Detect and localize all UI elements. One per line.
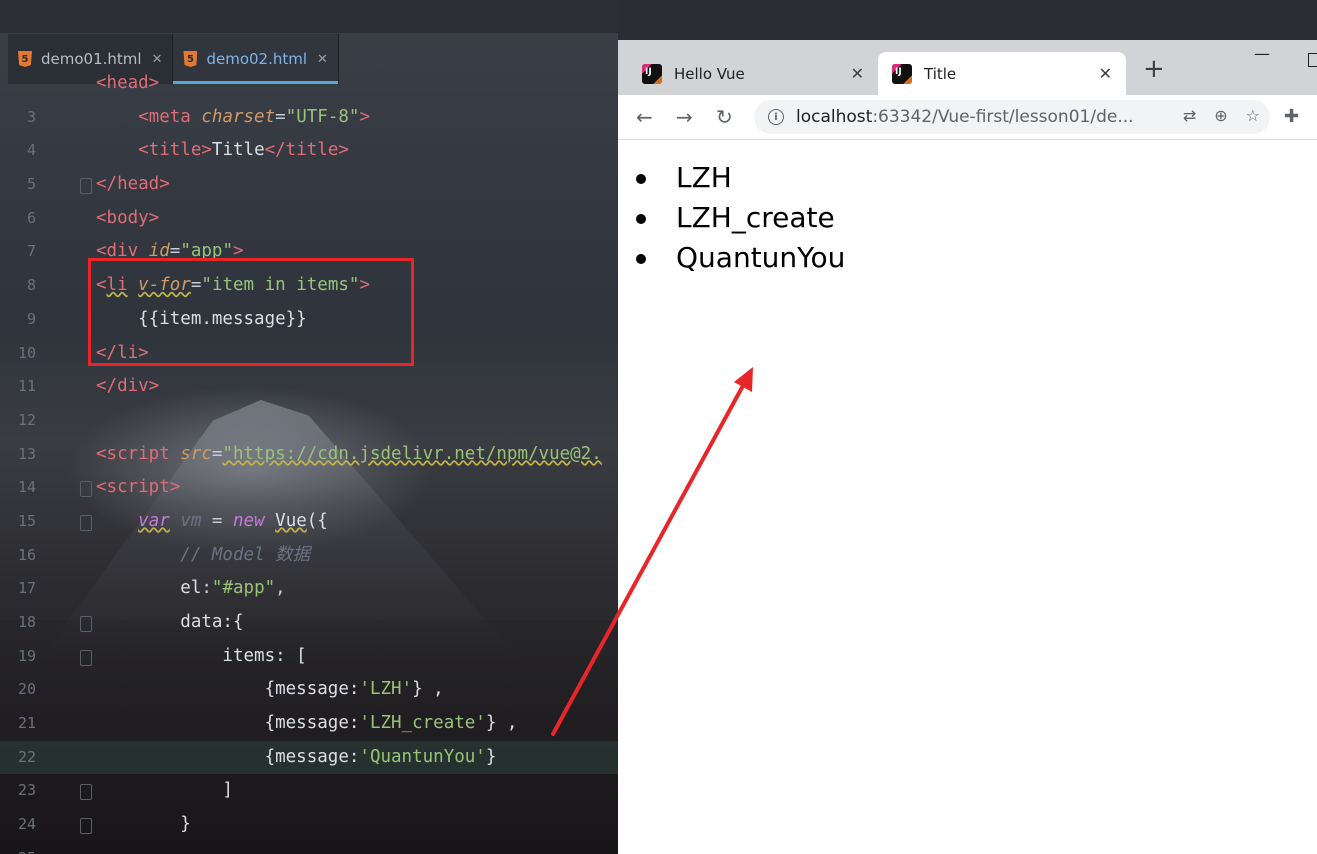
list-item: LZH_create — [636, 198, 845, 238]
code-line: 18 el:"#app", — [0, 572, 618, 631]
fold-marker[interactable] — [80, 481, 92, 498]
close-icon[interactable]: ✕ — [1099, 64, 1112, 83]
code-line: 7 <body> — [0, 202, 618, 261]
code-line-current: 23 {message:'QuantunYou'} — [0, 740, 618, 799]
code-line: 25 } — [0, 808, 618, 854]
line-number: 25 — [0, 842, 36, 854]
code-line: 16 var vm = new Vue({ — [0, 505, 618, 564]
code-text: <title>Title</title> — [138, 140, 349, 161]
code-text: var vm = new Vue({ — [138, 510, 328, 531]
intellij-favicon-icon — [642, 63, 662, 84]
html5-icon: 5 — [18, 51, 32, 67]
close-icon[interactable]: ✕ — [317, 52, 328, 67]
code-text: items: [ — [96, 645, 307, 666]
address-bar[interactable]: i localhost:63342/Vue-first/lesson01/de.… — [754, 100, 1270, 134]
fold-marker[interactable] — [80, 649, 92, 666]
fold-marker[interactable] — [80, 818, 92, 835]
code-comment: // Model 数据 — [96, 544, 311, 565]
code-text: el:"#app", — [180, 578, 286, 599]
url-text[interactable]: localhost:63342/Vue-first/lesson01/de... — [796, 107, 1134, 127]
list-item: LZH — [636, 158, 845, 198]
code-line: 24 ] — [0, 774, 618, 833]
close-icon[interactable]: ✕ — [152, 52, 163, 67]
bullet-icon — [636, 174, 646, 184]
code-line: 14 <script src="https://cdn.jsdelivr.net… — [0, 438, 618, 497]
url-host: localhost — [796, 107, 873, 127]
list-item-text: LZH_create — [676, 201, 835, 234]
list-item: QuantunYou — [636, 238, 845, 278]
fold-marker[interactable] — [80, 514, 92, 531]
close-icon[interactable]: ✕ — [851, 64, 864, 83]
code-line: 3 <head> — [0, 67, 618, 126]
code-text: } — [96, 814, 191, 835]
editor-tab-label: demo01.html — [41, 50, 142, 68]
code-line: 22 {message:'LZH_create'} , — [0, 707, 618, 766]
editor-tab-label: demo02.html — [206, 50, 308, 68]
browser-window: Hello Vue ✕ Title ✕ + — ← → ↻ i localhos… — [618, 40, 1317, 854]
code-text: <script> — [96, 477, 181, 498]
minimize-button[interactable]: — — [1254, 44, 1270, 63]
code-text: {message:'QuantunYou'} — [264, 746, 497, 767]
browser-tab-hello-vue[interactable]: Hello Vue ✕ — [628, 52, 878, 95]
fold-marker[interactable] — [80, 784, 92, 801]
translate-icon[interactable]: ⇄ — [1183, 106, 1196, 125]
code-text: </div> — [96, 376, 160, 397]
code-text: {message:'LZH'} , — [264, 679, 444, 700]
intellij-favicon-icon — [892, 63, 912, 84]
reload-icon[interactable]: ↻ — [716, 105, 733, 129]
zoom-icon[interactable]: ⊕ — [1214, 106, 1227, 125]
puzzle-icon[interactable]: ✚ — [1284, 106, 1299, 127]
html5-icon: 5 — [183, 51, 198, 67]
code-text: <meta charset="UTF-8"> — [138, 106, 370, 127]
browser-tab-strip: Hello Vue ✕ Title ✕ + — — [618, 40, 1317, 95]
browser-tab-title-active[interactable]: Title ✕ — [878, 52, 1126, 95]
new-tab-button[interactable]: + — [1143, 54, 1165, 84]
code-line: 13 — [0, 404, 618, 463]
items-list: LZH LZH_create QuantunYou — [636, 158, 845, 278]
code-line: 4 <meta charset="UTF-8"> — [0, 101, 618, 160]
code-line: 6 </head> — [0, 168, 618, 227]
star-icon[interactable]: ☆ — [1246, 106, 1260, 125]
code-text: {message:'LZH_create'} , — [264, 713, 518, 734]
code-area[interactable]: 3 <head> 4 <meta charset="UTF-8"> 5 <tit… — [0, 73, 618, 854]
forward-icon[interactable]: → — [676, 105, 693, 129]
code-line: 17 // Model 数据 — [0, 539, 618, 598]
list-item-text: LZH — [676, 161, 732, 194]
fold-marker[interactable] — [80, 616, 92, 632]
url-path: :63342/Vue-first/lesson01/de... — [872, 107, 1134, 127]
back-icon[interactable]: ← — [636, 105, 653, 129]
code-line: 12 </div> — [0, 370, 618, 429]
bullet-icon — [636, 214, 646, 224]
editor-top-strip — [0, 0, 618, 33]
code-editor: 5 demo01.html ✕ 5 demo02.html ✕ 3 <head>… — [0, 0, 618, 854]
code-line: 5 <title>Title</title> — [0, 134, 618, 193]
fold-marker[interactable] — [80, 178, 92, 195]
code-text: ] — [96, 780, 233, 801]
code-text: data:{ — [96, 612, 244, 632]
code-text: <script src="https://cdn.jsdelivr.net/np… — [96, 443, 602, 464]
code-line: 15 <script> — [0, 471, 618, 530]
maximize-button[interactable] — [1308, 53, 1317, 67]
site-info-icon[interactable]: i — [768, 109, 784, 125]
browser-tab-title: Title — [924, 64, 957, 83]
omnibox-icons: ⇄ ⊕ ☆ — [1183, 106, 1260, 125]
browser-tab-title: Hello Vue — [674, 64, 745, 83]
highlight-box — [88, 258, 414, 366]
code-line: 20 items: [ — [0, 640, 618, 699]
browser-toolbar: ← → ↻ i localhost:63342/Vue-first/lesson… — [618, 95, 1317, 140]
code-text: <body> — [96, 207, 160, 228]
bullet-icon — [636, 254, 646, 264]
code-line: 21 {message:'LZH'} , — [0, 673, 618, 732]
code-line: 19 data:{ — [0, 606, 618, 665]
code-text: <head> — [96, 73, 160, 93]
list-item-text: QuantunYou — [676, 241, 846, 274]
code-text: </head> — [96, 174, 170, 195]
